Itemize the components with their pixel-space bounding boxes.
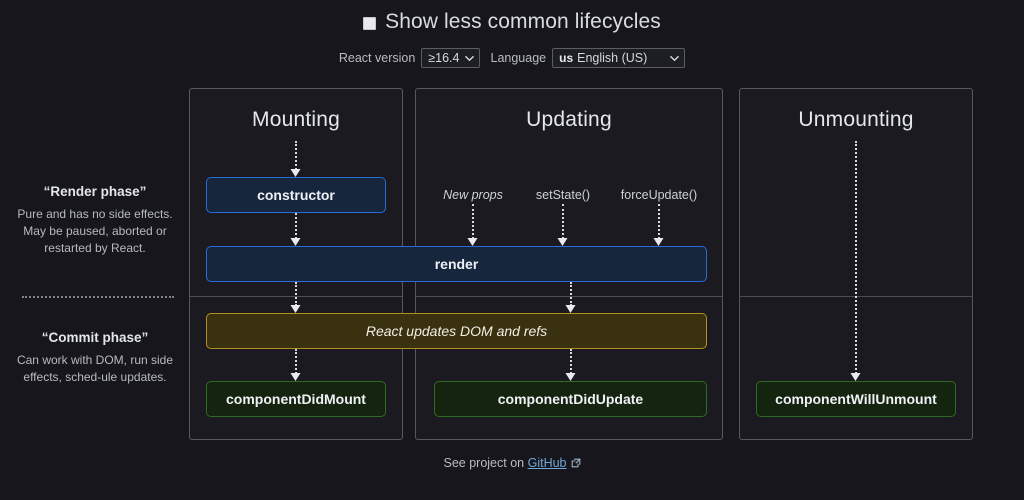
language-select[interactable]: us English (US) xyxy=(552,48,685,68)
lifecycle-diagram-page: Show less common lifecycles React versio… xyxy=(0,0,1024,500)
arrow-react-updates-to-did-update xyxy=(564,349,578,381)
lifecycle-box-component-did-mount[interactable]: componentDidMount xyxy=(206,381,386,417)
lifecycle-box-render[interactable]: render xyxy=(206,246,707,282)
arrow-unmounting-title-to-will-unmount xyxy=(849,141,863,381)
column-mounting-title: Mounting xyxy=(190,108,402,132)
arrow-react-updates-to-did-mount xyxy=(289,349,303,381)
footer-text: See project on xyxy=(444,456,525,470)
footer: See project on GitHub xyxy=(0,456,1024,470)
lifecycle-box-constructor[interactable]: constructor xyxy=(206,177,386,213)
lifecycle-box-react-updates-dom: React updates DOM and refs xyxy=(206,313,707,349)
trigger-force-update: forceUpdate() xyxy=(621,188,697,202)
language-control: Language us English (US) xyxy=(491,48,686,68)
language-value: English (US) xyxy=(577,51,647,65)
arrow-render-to-react-updates-mounting xyxy=(289,282,303,313)
arrow-mounting-title-to-constructor xyxy=(289,141,303,177)
language-label: Language xyxy=(491,51,547,65)
github-link-label: GitHub xyxy=(528,456,567,470)
trigger-set-state: setState() xyxy=(536,188,590,202)
external-link-icon xyxy=(571,457,581,467)
language-flag-code: us xyxy=(559,51,573,65)
react-version-control: React version ≥16.4 xyxy=(339,48,480,68)
react-version-label: React version xyxy=(339,51,415,65)
arrow-render-to-react-updates-updating xyxy=(564,282,578,313)
arrow-new-props-to-render xyxy=(466,204,480,246)
checkbox-unchecked-icon[interactable] xyxy=(363,17,376,30)
arrow-force-update-to-render xyxy=(652,204,666,246)
lifecycle-box-component-will-unmount[interactable]: componentWillUnmount xyxy=(756,381,956,417)
show-less-common-toggle[interactable]: Show less common lifecycles xyxy=(0,10,1024,34)
column-unmounting-title: Unmounting xyxy=(740,108,972,132)
toggle-label: Show less common lifecycles xyxy=(385,10,661,34)
arrow-set-state-to-render xyxy=(556,204,570,246)
chevron-down-icon xyxy=(465,54,474,63)
trigger-new-props: New props xyxy=(443,188,503,202)
column-updating-title: Updating xyxy=(416,108,722,132)
language-value-wrap: us English (US) xyxy=(559,51,647,65)
arrow-constructor-to-render xyxy=(289,213,303,246)
controls-row: React version ≥16.4 Language us English … xyxy=(0,48,1024,68)
github-link[interactable]: GitHub xyxy=(528,456,567,470)
lifecycle-box-component-did-update[interactable]: componentDidUpdate xyxy=(434,381,707,417)
react-version-select[interactable]: ≥16.4 xyxy=(421,48,479,68)
chevron-down-icon xyxy=(670,54,679,63)
react-version-value: ≥16.4 xyxy=(428,51,459,65)
